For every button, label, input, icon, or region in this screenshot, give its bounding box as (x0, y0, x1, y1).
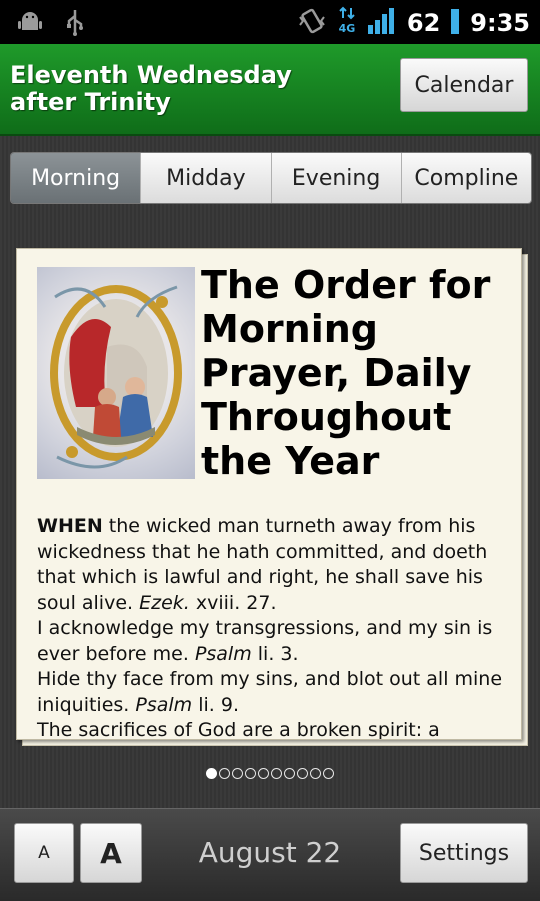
page-dot[interactable] (323, 768, 334, 779)
illuminated-image (37, 267, 195, 479)
title-line-2: after Trinity (10, 88, 171, 116)
page-dot[interactable] (219, 768, 230, 779)
network-4g-icon: 4G (337, 6, 357, 40)
android-debug-icon (16, 8, 44, 40)
settings-button[interactable]: Settings (400, 823, 528, 883)
svg-text:4G: 4G (339, 22, 356, 35)
sentence: The sacrifices of God are a broken spiri… (37, 719, 440, 740)
usb-icon (64, 8, 86, 40)
tab-midday[interactable]: Midday (140, 153, 271, 203)
tab-compline[interactable]: Compline (400, 153, 531, 203)
page-dot[interactable] (206, 768, 217, 779)
calendar-button[interactable]: Calendar (400, 58, 528, 112)
page-dot[interactable] (310, 768, 321, 779)
prayer-page[interactable]: The Order for Morning Prayer, Daily Thro… (16, 248, 522, 740)
page-dot[interactable] (245, 768, 256, 779)
battery-percent: 62 (406, 9, 441, 37)
signal-icon (367, 7, 397, 39)
title-line-1: Eleventh Wednesday (10, 61, 292, 89)
sentence: Hide thy face from my sins, and blot out… (37, 668, 503, 716)
sentences-body: WHEN the wicked man turneth away from hi… (37, 514, 507, 740)
office-tabs: Morning Midday Evening Compline (10, 152, 532, 204)
tab-evening[interactable]: Evening (270, 153, 401, 203)
battery-icon (450, 7, 460, 39)
tab-morning[interactable]: Morning (11, 153, 141, 203)
sentence: WHEN the wicked man turneth away from hi… (37, 515, 488, 614)
content-area: Morning Midday Evening Compline The Orde… (0, 136, 540, 808)
office-heading: The Order for Morning Prayer, Daily Thro… (201, 263, 491, 483)
decrease-font-button[interactable]: A (14, 823, 74, 883)
clock: 9:35 (470, 9, 530, 37)
increase-font-button[interactable]: A (80, 823, 142, 883)
page-indicator (0, 768, 540, 786)
page-dot[interactable] (284, 768, 295, 779)
page-dot[interactable] (297, 768, 308, 779)
vibrate-icon (297, 7, 327, 39)
status-bar: 4G 62 9:35 (0, 0, 540, 44)
page-dot[interactable] (271, 768, 282, 779)
page-dot[interactable] (258, 768, 269, 779)
title-bar: Eleventh Wednesday after Trinity Calenda… (0, 44, 540, 136)
page-dot[interactable] (232, 768, 243, 779)
current-date: August 22 (198, 835, 342, 869)
bottom-bar: A A August 22 Settings (0, 808, 540, 901)
page-title: Eleventh Wednesday after Trinity (10, 62, 310, 116)
sentence: I acknowledge my transgressions, and my … (37, 617, 493, 665)
